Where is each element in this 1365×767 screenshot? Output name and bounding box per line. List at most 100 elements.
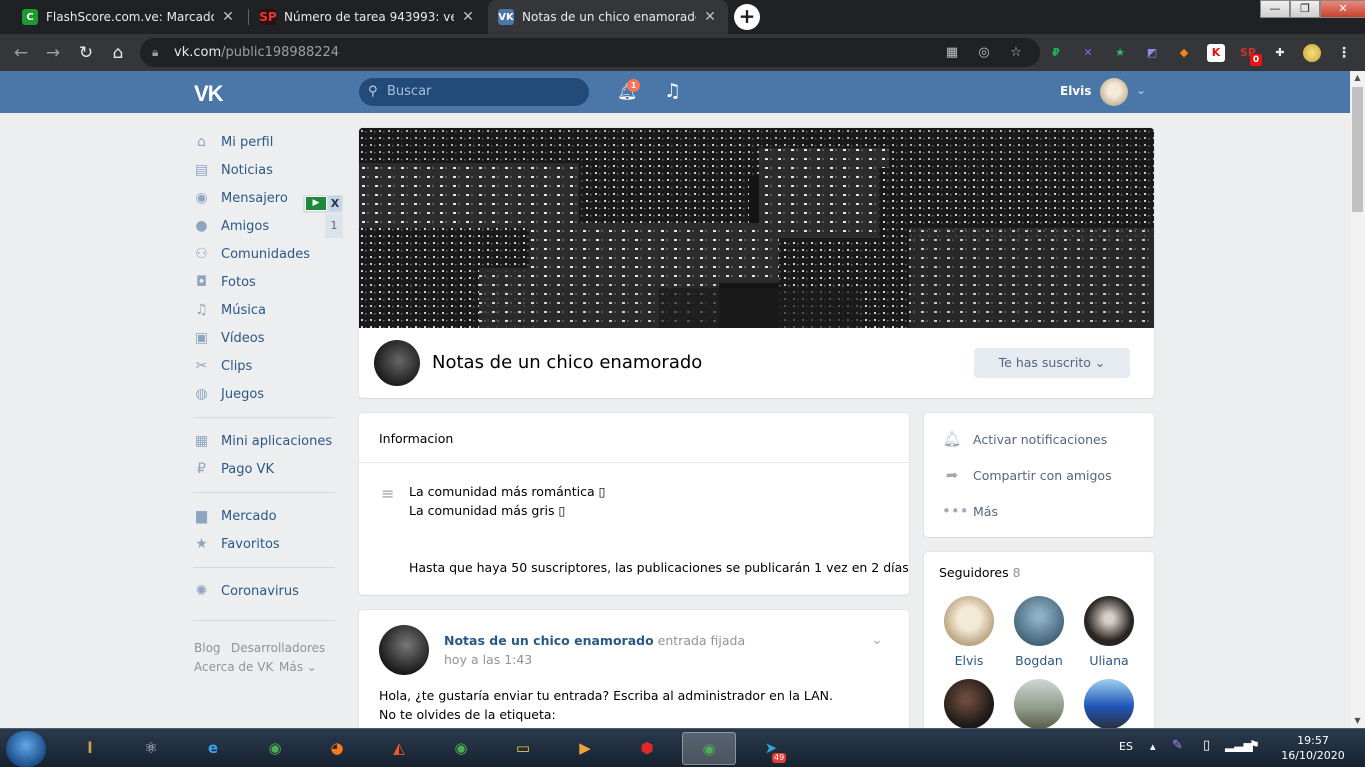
pen-icon[interactable]: ✎ [1172, 738, 1183, 753]
sidebar-item-friends[interactable]: ● Amigos [193, 212, 343, 240]
bookmark-star-icon[interactable]: ☆ [1007, 44, 1025, 62]
close-window-button[interactable]: ✕ [1320, 0, 1365, 18]
metamask-icon[interactable]: ◆ [1175, 44, 1193, 62]
home-icon[interactable]: ⌂ [107, 42, 129, 64]
sidebar-item-market[interactable]: ▆ Mercado [193, 502, 343, 530]
media-player-icon[interactable]: ▶ [558, 732, 612, 765]
minimize-button[interactable]: — [1260, 0, 1290, 18]
extension-x-icon[interactable]: ✕ [1079, 44, 1097, 62]
tab-task[interactable]: SP Número de tarea 943993: ver tarea ✕ [250, 0, 486, 34]
vk-logo[interactable]: VK [194, 81, 224, 107]
follower[interactable] [1004, 679, 1074, 729]
extension-k-icon[interactable]: K [1207, 44, 1225, 62]
post-author-avatar[interactable] [379, 625, 429, 675]
tab-vk[interactable]: VK Notas de un chico enamorado ✕ [488, 0, 728, 34]
share-action[interactable]: ➦ Compartir con amigos [942, 465, 1112, 485]
maximize-button[interactable]: ❐ [1290, 0, 1320, 18]
brave-icon[interactable]: ◭ [372, 732, 426, 765]
clock-date: 16/10/2020 [1281, 749, 1345, 762]
sidebar-item-coronavirus[interactable]: ✺ Coronavirus [193, 577, 343, 605]
close-icon[interactable]: X [329, 196, 341, 211]
city-night-image [359, 128, 1154, 328]
music-icon[interactable]: ♫ [664, 80, 681, 102]
chrome-active-icon[interactable]: ◉ [682, 732, 736, 765]
profile-avatar[interactable] [1303, 44, 1321, 62]
follower[interactable]: Uliana [1074, 596, 1144, 668]
translate-icon[interactable]: ▦ [943, 44, 961, 62]
close-tab-icon[interactable]: ✕ [460, 9, 476, 25]
follower[interactable]: Elvis [934, 596, 1004, 668]
follower-name: Elvis [954, 653, 984, 668]
sidebar-item-games[interactable]: ◍ Juegos [193, 380, 343, 408]
lock-icon[interactable]: 🔒︎ [152, 38, 158, 67]
sidebar-item-communities[interactable]: ⚇ Comunidades [193, 240, 343, 268]
sidebar-item-clips[interactable]: ✂ Clips [193, 352, 343, 380]
search-input[interactable]: ⚲ Buscar [359, 78, 589, 106]
app-red-icon[interactable]: ⬢ [620, 732, 674, 765]
play-icon[interactable]: ▶ [305, 196, 327, 211]
sidebar-item-profile[interactable]: ⌂ Mi perfil [193, 128, 343, 156]
extension-arrow-icon[interactable]: ◩ [1143, 44, 1161, 62]
community-avatar[interactable] [374, 340, 420, 386]
clock[interactable]: 19:57 16/10/2020 [1280, 733, 1346, 763]
address-bar[interactable]: 🔒︎ vk.com/public198988224 [140, 38, 1040, 67]
windows-start-button[interactable] [6, 731, 46, 767]
sidebar-item-label: Comunidades [221, 246, 311, 262]
footer-blog-link[interactable]: Blog [194, 641, 221, 655]
sidebar-item-news[interactable]: ▤ Noticias [193, 156, 343, 184]
atom-icon[interactable]: ⚛ [124, 732, 178, 765]
forward-icon[interactable]: → [42, 42, 64, 64]
notifications-bell-icon[interactable]: 🔔︎ 1 [617, 79, 640, 102]
reload-icon[interactable]: ↻ [75, 42, 97, 64]
page-scrollbar[interactable]: ▲ ▼ [1350, 71, 1365, 728]
footer-more-link[interactable]: Más ⌄ [279, 660, 317, 674]
post-author[interactable]: Notas de un chico enamorado [444, 633, 654, 648]
back-icon[interactable]: ← [10, 42, 32, 64]
extensions-puzzle-icon[interactable]: ✚ [1271, 44, 1289, 62]
language-indicator[interactable]: ES [1119, 740, 1133, 753]
avatar[interactable] [1100, 78, 1128, 106]
chevron-down-icon[interactable]: ⌄ [1136, 83, 1146, 97]
enable-notifications-action[interactable]: 🔔︎ Activar notificaciones [942, 429, 1107, 449]
sidebar-item-vk-pay[interactable]: ₽ Pago VK [193, 455, 343, 483]
username[interactable]: Elvis [1060, 84, 1091, 98]
chrome-alt-icon[interactable]: ◉ [434, 732, 488, 765]
battery-icon[interactable]: ▯ [1203, 738, 1210, 753]
scroll-up-icon[interactable]: ▲ [1350, 71, 1365, 85]
file-explorer-icon[interactable]: ▭ [496, 732, 550, 765]
scroll-down-icon[interactable]: ▼ [1350, 714, 1365, 728]
media-widget[interactable]: ▶ X [303, 195, 343, 213]
followers-header[interactable]: Seguidores 8 [939, 565, 1021, 580]
league-of-legends-icon[interactable]: ⅼ [63, 732, 117, 765]
avatar [1014, 679, 1064, 729]
sidebar-item-photos[interactable]: ◘ Fotos [193, 268, 343, 296]
chrome-icon[interactable]: ◉ [248, 732, 302, 765]
extension-ruble-icon[interactable]: ₽ [1047, 44, 1065, 62]
follower[interactable]: Bogdan [1004, 596, 1074, 668]
more-action[interactable]: ••• Más [942, 501, 998, 521]
sidebar-item-videos[interactable]: ▣ Vídeos [193, 324, 343, 352]
footer-about-link[interactable]: Acerca de VK [194, 660, 273, 674]
follower[interactable] [1074, 679, 1144, 729]
sidebar-item-music[interactable]: ♫ Música [193, 296, 343, 324]
flag-icon[interactable]: ⚑ [1249, 738, 1260, 752]
tray-expand-icon[interactable]: ▴ [1150, 740, 1156, 753]
chevron-down-icon[interactable]: ⌄ [871, 632, 883, 648]
tab-flashscore[interactable]: C FlashScore.com.ve: Marcadores de ✕ [12, 0, 246, 34]
close-tab-icon[interactable]: ✕ [220, 9, 236, 25]
firefox-icon[interactable]: ◕ [310, 732, 364, 765]
new-tab-button[interactable]: + [734, 4, 760, 30]
sidebar-item-favorites[interactable]: ★ Favoritos [193, 530, 343, 558]
internet-explorer-icon[interactable]: e [186, 732, 240, 765]
sidebar-item-mini-apps[interactable]: ▦ Mini aplicaciones [193, 427, 343, 455]
subscribed-button[interactable]: Te has suscrito ⌄ [974, 348, 1130, 378]
close-tab-icon[interactable]: ✕ [702, 9, 718, 25]
follower[interactable] [934, 679, 1004, 729]
extension-star-icon[interactable]: ★ [1111, 44, 1129, 62]
telegram-icon[interactable]: ➤ [744, 732, 798, 765]
scrollbar-thumb[interactable] [1352, 87, 1363, 212]
menu-dots-icon[interactable]: ⋮ [1335, 44, 1353, 62]
post-time[interactable]: hoy a las 1:43 [444, 652, 532, 667]
footer-developers-link[interactable]: Desarrolladores [231, 641, 325, 655]
tracking-icon[interactable]: ◎ [975, 44, 993, 62]
